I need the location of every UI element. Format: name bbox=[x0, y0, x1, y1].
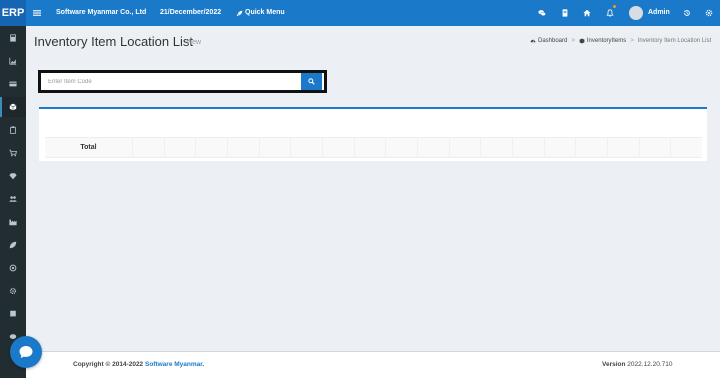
table-cell bbox=[417, 138, 449, 157]
version-info: Version 2022.12.20.710 bbox=[602, 361, 672, 368]
user-avatar[interactable] bbox=[629, 6, 643, 20]
search-bar bbox=[38, 70, 327, 93]
quick-menu-button[interactable]: Quick Menu bbox=[236, 0, 285, 26]
shopping-cart-icon bbox=[9, 149, 17, 157]
sidebar-item-inventory[interactable] bbox=[0, 97, 26, 117]
user-name[interactable]: Admin bbox=[648, 0, 670, 26]
book-icon bbox=[10, 310, 16, 318]
home-icon[interactable] bbox=[582, 0, 592, 26]
version-label: Version bbox=[602, 361, 626, 368]
credit-card-icon bbox=[9, 81, 17, 87]
bell-icon[interactable] bbox=[605, 0, 615, 26]
location-table: Total bbox=[45, 137, 703, 158]
breadcrumb-separator: > bbox=[571, 38, 575, 44]
sidebar-item-payment[interactable] bbox=[0, 74, 26, 94]
users-icon bbox=[9, 196, 17, 202]
version-number: 2022.12.20.710 bbox=[627, 361, 673, 368]
table-cell bbox=[322, 138, 354, 157]
sidebar-item-users[interactable] bbox=[0, 189, 26, 209]
cube-icon bbox=[9, 103, 17, 111]
sidebar bbox=[0, 26, 26, 378]
table-cell bbox=[132, 138, 164, 157]
sidebar-item-clipboard[interactable] bbox=[0, 120, 26, 140]
table-cell bbox=[227, 138, 259, 157]
page-title: Inventory Item Location List bbox=[34, 34, 193, 49]
table-cell bbox=[290, 138, 323, 157]
footer: Copyright © 2014-2022 Software Myanmar. … bbox=[26, 351, 720, 378]
table-cell bbox=[670, 138, 703, 157]
sidebar-item-book[interactable] bbox=[0, 304, 26, 324]
sidebar-item-leaf[interactable] bbox=[0, 235, 26, 255]
sidebar-item-sales[interactable] bbox=[0, 143, 26, 163]
table-cell bbox=[385, 138, 418, 157]
table-cell bbox=[448, 138, 481, 157]
sidebar-item-industry[interactable] bbox=[0, 212, 26, 232]
table-cell bbox=[607, 138, 639, 157]
sidebar-item-reports[interactable] bbox=[0, 51, 26, 71]
chat-widget-button[interactable] bbox=[10, 336, 42, 368]
top-navbar: ERP Software Myanmar Co., Ltd 21/Decembe… bbox=[0, 0, 720, 26]
table-cell bbox=[543, 138, 576, 157]
total-label: Total bbox=[45, 138, 132, 157]
calculator-icon bbox=[10, 34, 16, 42]
menu-toggle-icon[interactable] bbox=[32, 0, 42, 26]
breadcrumb-dashboard[interactable]: Dashboard bbox=[538, 38, 567, 44]
table-cell bbox=[353, 138, 386, 157]
table-cell bbox=[512, 138, 544, 157]
sidebar-item-settings[interactable] bbox=[0, 258, 26, 278]
gear-icon[interactable] bbox=[704, 0, 714, 26]
dashboard-icon bbox=[530, 39, 536, 43]
breadcrumb: Dashboard > InventoryItems > Inventory I… bbox=[530, 38, 711, 44]
table-cell bbox=[480, 138, 513, 157]
breadcrumb-separator: > bbox=[630, 38, 634, 44]
results-box: Total bbox=[39, 107, 707, 161]
copyright-text: Copyright © 2014-2022 Software Myanmar. bbox=[73, 361, 204, 368]
sidebar-item-diamond[interactable] bbox=[0, 166, 26, 186]
document-icon[interactable] bbox=[560, 0, 570, 26]
rocket-icon bbox=[236, 10, 243, 16]
breadcrumb-inventory-items[interactable]: InventoryItems bbox=[587, 38, 626, 44]
item-code-input[interactable] bbox=[43, 74, 299, 89]
table-cell bbox=[163, 138, 196, 157]
clipboard-icon bbox=[10, 126, 16, 134]
area-chart-icon bbox=[9, 57, 17, 65]
copyright-prefix: Copyright © 2014-2022 bbox=[73, 361, 145, 368]
cube-icon bbox=[579, 38, 585, 44]
cog-icon bbox=[9, 287, 17, 295]
company-link[interactable]: Software Myanmar bbox=[145, 361, 202, 368]
page-subtitle: View bbox=[186, 39, 202, 46]
industry-icon bbox=[9, 219, 17, 226]
current-date: 21/December/2022 bbox=[160, 9, 222, 16]
notification-badge bbox=[613, 5, 616, 8]
history-icon[interactable] bbox=[682, 0, 692, 26]
chat-bubble-icon bbox=[19, 346, 33, 358]
sidebar-item-calculator[interactable] bbox=[0, 28, 26, 48]
quick-menu-label: Quick Menu bbox=[245, 9, 285, 16]
search-button[interactable] bbox=[301, 73, 322, 90]
cog-circle-icon bbox=[9, 264, 17, 272]
search-icon bbox=[308, 78, 315, 85]
table-cell bbox=[195, 138, 228, 157]
table-cell bbox=[258, 138, 291, 157]
table-cell bbox=[638, 138, 671, 157]
breadcrumb-current: Inventory Item Location List bbox=[637, 38, 712, 44]
company-name: Software Myanmar Co., Ltd bbox=[56, 9, 147, 16]
copyright-suffix: . bbox=[202, 361, 205, 368]
leaf-icon bbox=[9, 241, 17, 249]
messages-icon[interactable] bbox=[537, 0, 547, 26]
table-cell bbox=[575, 138, 608, 157]
diamond-icon bbox=[9, 173, 17, 180]
sidebar-item-config[interactable] bbox=[0, 281, 26, 301]
brand-logo[interactable]: ERP bbox=[0, 0, 26, 26]
